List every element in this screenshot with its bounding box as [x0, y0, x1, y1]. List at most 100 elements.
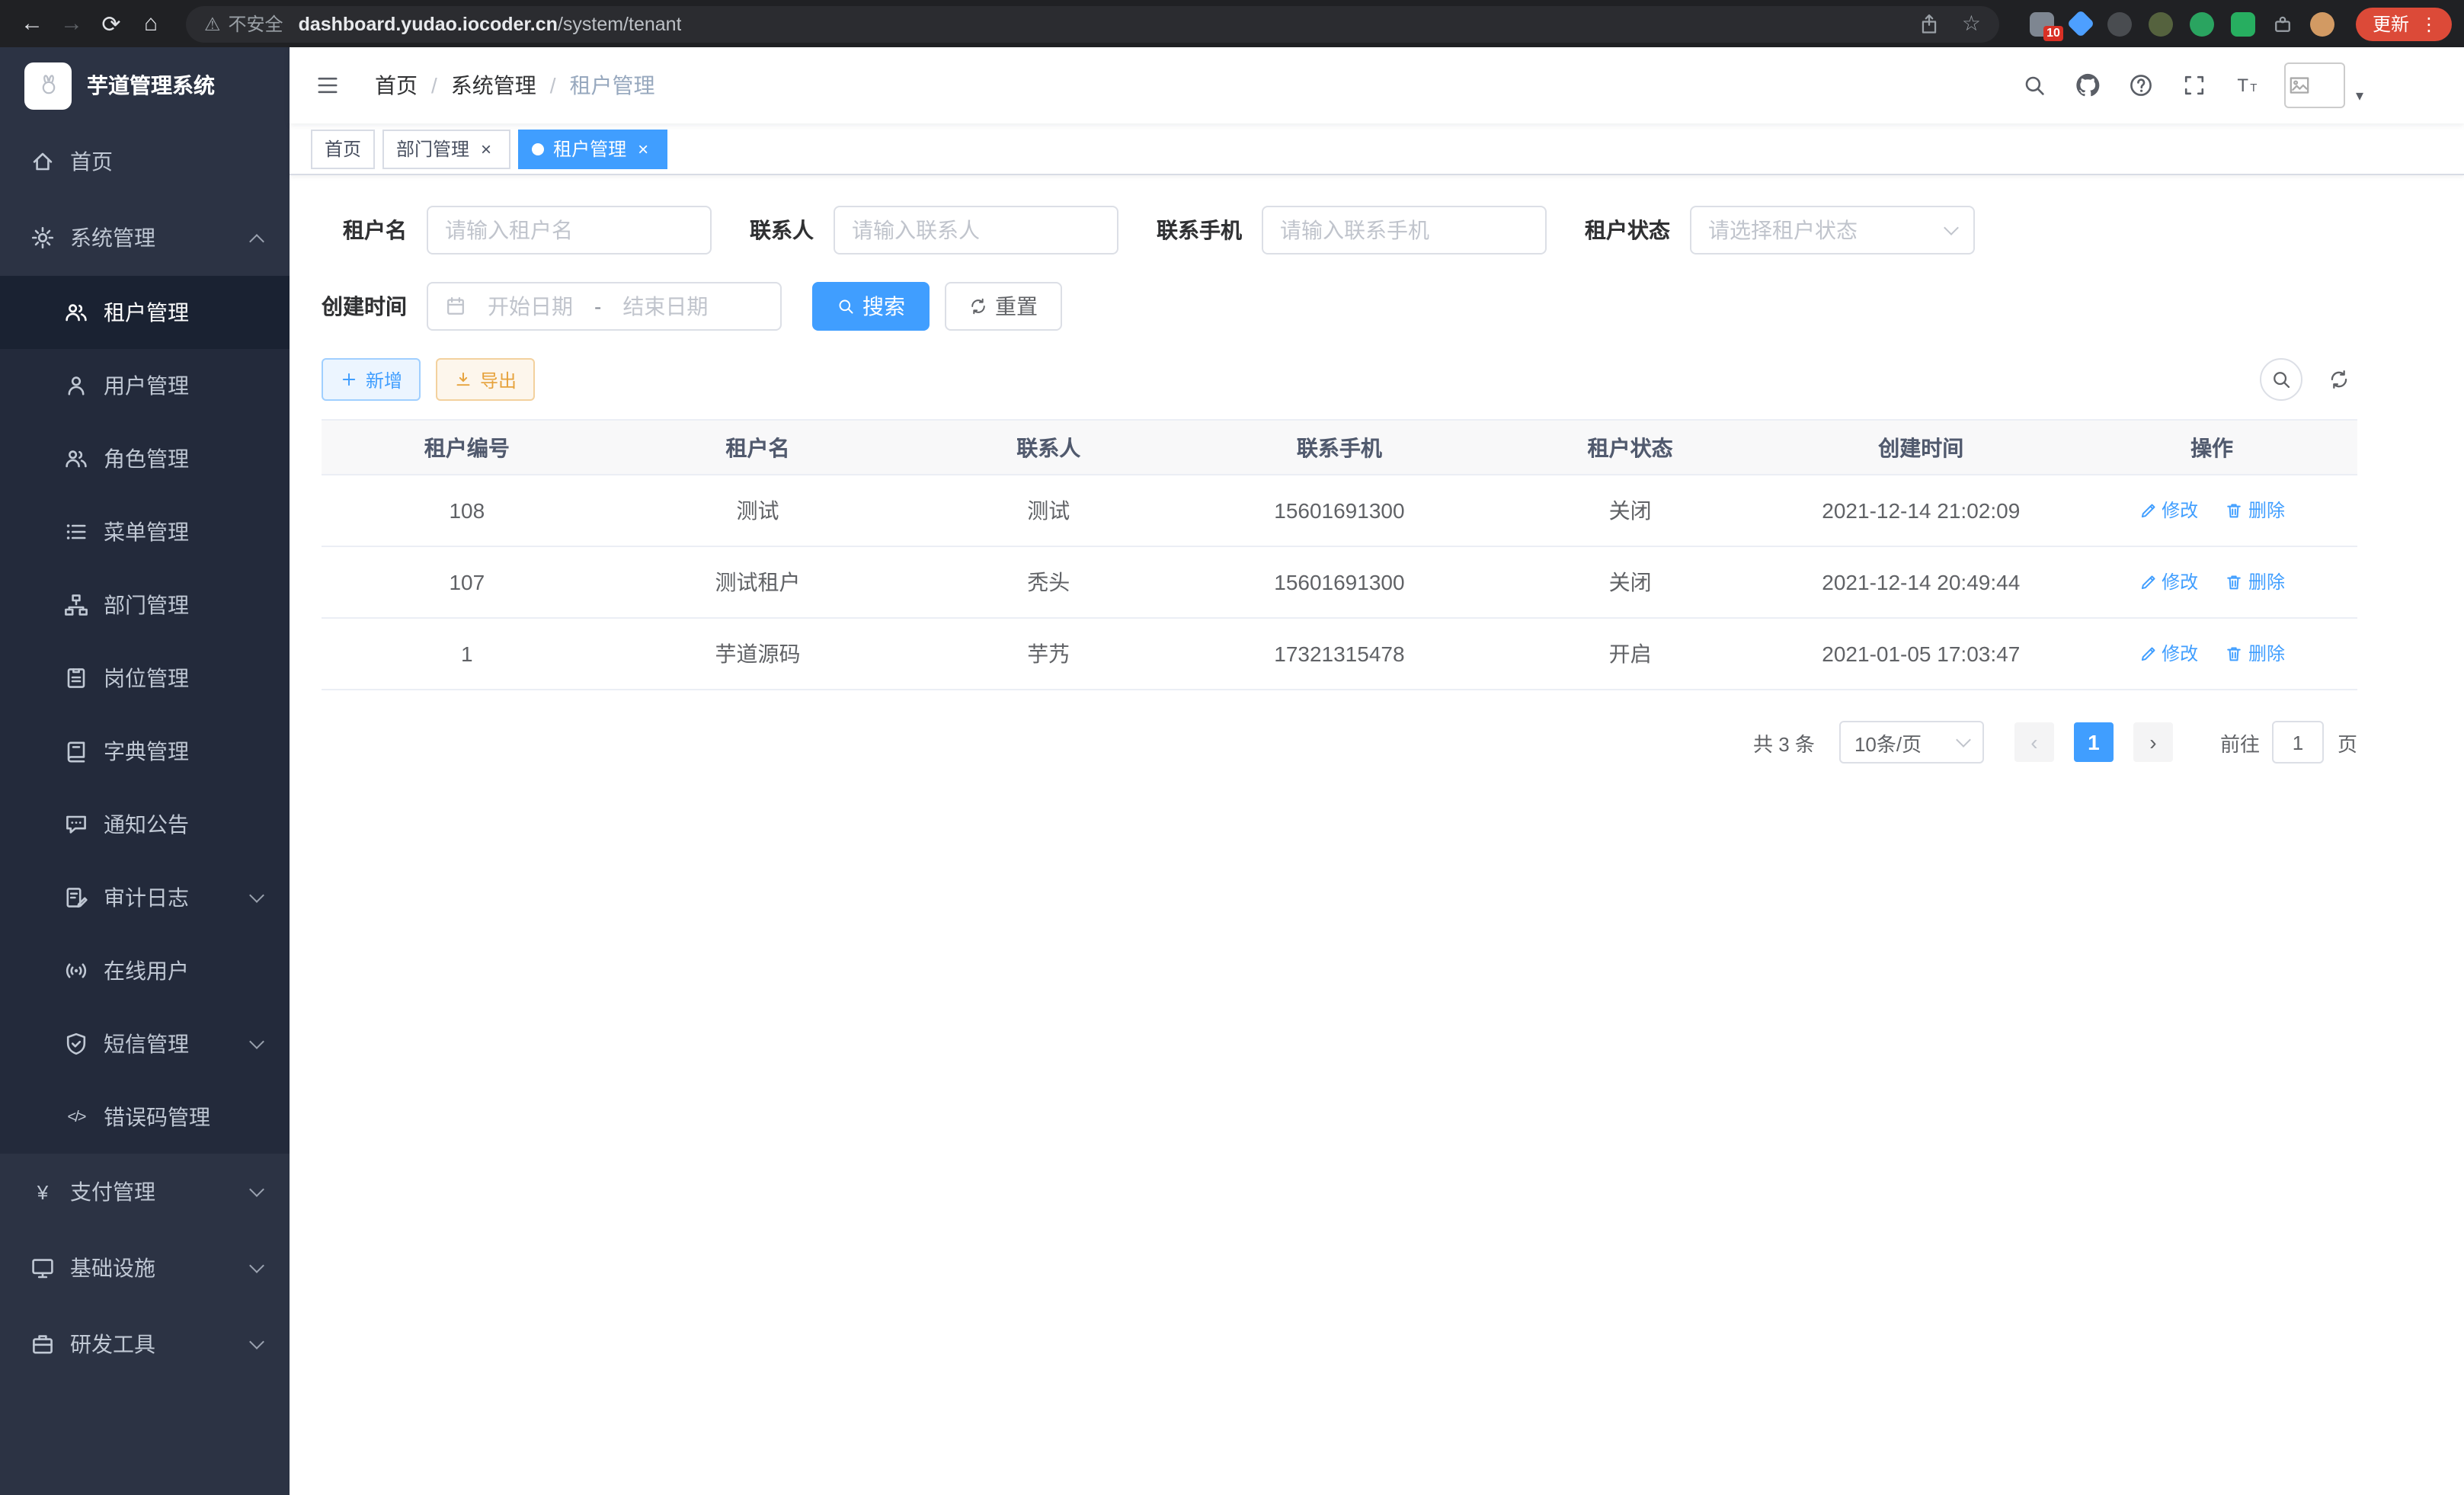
- refresh-table-button[interactable]: [2321, 369, 2357, 390]
- browser-forward-button[interactable]: →: [52, 4, 91, 43]
- sidebar-item-label: 审计日志: [104, 882, 189, 913]
- browser-back-button[interactable]: ←: [12, 4, 52, 43]
- breadcrumb-system[interactable]: 系统管理: [451, 70, 536, 101]
- breadcrumb-home[interactable]: 首页: [375, 70, 418, 101]
- page-button-1[interactable]: 1: [2074, 722, 2114, 762]
- address-bar[interactable]: ⚠ 不安全 dashboard.yudao.iocoder.cn/system/…: [186, 5, 1999, 42]
- chevron-down-icon: [249, 1333, 264, 1349]
- delete-label: 删除: [2248, 498, 2285, 523]
- close-icon[interactable]: ×: [475, 138, 497, 159]
- end-date-input[interactable]: [612, 294, 718, 319]
- contact-input[interactable]: [852, 218, 1100, 242]
- sidebar-item-audit-log[interactable]: 审计日志: [0, 861, 290, 934]
- users-icon: [64, 300, 88, 325]
- sidebar-item-label: 字典管理: [104, 736, 189, 767]
- browser-reload-button[interactable]: ⟳: [91, 4, 131, 43]
- extensions-puzzle-icon[interactable]: [2272, 13, 2293, 34]
- sidebar-item-label: 在线用户: [104, 956, 189, 986]
- sidebar-item-departments[interactable]: 部门管理: [0, 568, 290, 642]
- date-range-picker[interactable]: -: [427, 282, 782, 331]
- extension-icon-6[interactable]: [2231, 11, 2255, 36]
- sidebar-item-notices[interactable]: 通知公告: [0, 788, 290, 861]
- page-size-select[interactable]: 10条/页: [1839, 721, 1984, 764]
- sidebar-item-roles[interactable]: 角色管理: [0, 422, 290, 495]
- yen-icon: ¥: [30, 1180, 55, 1203]
- goto-page-input[interactable]: [2272, 721, 2324, 764]
- tenant-name-label: 租户名: [322, 215, 407, 245]
- bookmark-star-icon[interactable]: ☆: [1962, 11, 1981, 37]
- cell-actions: 修改 删除: [2066, 618, 2357, 690]
- extension-icon-3[interactable]: [2107, 11, 2132, 36]
- book-icon: [64, 739, 88, 764]
- font-size-button[interactable]: [2231, 73, 2264, 98]
- tab-home[interactable]: 首页: [311, 129, 375, 168]
- sidebar-item-payment[interactable]: ¥ 支付管理: [0, 1154, 290, 1230]
- next-page-button[interactable]: ›: [2133, 722, 2173, 762]
- status-select[interactable]: 请选择租户状态: [1690, 206, 1975, 255]
- edit-button[interactable]: 修改: [2139, 569, 2198, 595]
- start-date-input[interactable]: [477, 294, 584, 319]
- breadcrumb: 首页 / 系统管理 / 租户管理: [375, 70, 655, 101]
- sidebar-item-menus[interactable]: 菜单管理: [0, 495, 290, 568]
- tenant-table: 租户编号 租户名 联系人 联系手机 租户状态 创建时间 操作 108 测试: [322, 419, 2357, 690]
- sidebar-item-infrastructure[interactable]: 基础设施: [0, 1230, 290, 1306]
- extension-icon-2[interactable]: [2067, 10, 2095, 38]
- delete-button[interactable]: 删除: [2226, 569, 2285, 595]
- chevron-down-icon: [249, 1257, 264, 1273]
- table-toolbar: 新增 导出: [322, 358, 2357, 401]
- sidebar-item-label: 租户管理: [104, 297, 189, 328]
- tenant-name-input[interactable]: [445, 218, 693, 242]
- browser-update-button[interactable]: 更新 ⋮: [2356, 7, 2452, 40]
- sidebar-item-posts[interactable]: 岗位管理: [0, 642, 290, 715]
- tab-label: 首页: [325, 136, 361, 162]
- sidebar-item-dev-tools[interactable]: 研发工具: [0, 1306, 290, 1382]
- sidebar-item-label: 菜单管理: [104, 517, 189, 547]
- fullscreen-button[interactable]: [2178, 73, 2211, 98]
- extension-icon-4[interactable]: [2149, 11, 2173, 36]
- delete-button[interactable]: 删除: [2226, 641, 2285, 667]
- extension-badge: 10: [2043, 25, 2063, 40]
- close-icon[interactable]: ×: [632, 138, 654, 159]
- security-status[interactable]: ⚠ 不安全: [204, 11, 283, 37]
- browser-menu-icon[interactable]: ⋮: [2420, 13, 2438, 34]
- cell-created: 2021-01-05 17:03:47: [1775, 618, 2066, 690]
- extension-icon-5[interactable]: [2190, 11, 2214, 36]
- sidebar-item-dictionary[interactable]: 字典管理: [0, 715, 290, 788]
- question-icon: [2129, 73, 2153, 98]
- avatar-caret-icon[interactable]: ▾: [2356, 88, 2363, 104]
- export-button[interactable]: 导出: [436, 358, 535, 401]
- sidebar-item-sms[interactable]: 短信管理: [0, 1007, 290, 1080]
- edit-button[interactable]: 修改: [2139, 641, 2198, 667]
- extension-icon-8[interactable]: [2310, 11, 2334, 36]
- download-icon: [454, 370, 472, 389]
- github-link[interactable]: [2071, 72, 2104, 99]
- header-search-button[interactable]: [2018, 73, 2051, 98]
- phone-input[interactable]: [1280, 218, 1528, 242]
- edit-button[interactable]: 修改: [2139, 498, 2198, 523]
- extension-icon-1[interactable]: 10: [2030, 11, 2054, 36]
- tab-tenant[interactable]: 租户管理 ×: [518, 129, 667, 168]
- sidebar-item-online-users[interactable]: 在线用户: [0, 934, 290, 1007]
- reset-button[interactable]: 重置: [945, 282, 1062, 331]
- help-button[interactable]: [2124, 73, 2158, 98]
- browser-home-button[interactable]: ⌂: [131, 4, 171, 43]
- navbar-actions: ▾: [2018, 62, 2363, 108]
- share-icon[interactable]: [1919, 13, 1941, 34]
- prev-page-button[interactable]: ‹: [2014, 722, 2054, 762]
- avatar[interactable]: [2284, 62, 2345, 108]
- sidebar-item-users[interactable]: 用户管理: [0, 349, 290, 422]
- sidebar-item-label: 岗位管理: [104, 663, 189, 693]
- sidebar-toggle-button[interactable]: [290, 47, 366, 123]
- url-path: /system/tenant: [558, 13, 682, 34]
- sidebar-item-error-codes[interactable]: </> 错误码管理: [0, 1080, 290, 1154]
- sidebar-item-system[interactable]: 系统管理: [0, 200, 290, 276]
- search-button[interactable]: 搜索: [812, 282, 930, 331]
- chat-icon: [64, 812, 88, 837]
- tab-department[interactable]: 部门管理 ×: [382, 129, 510, 168]
- toggle-search-button[interactable]: [2260, 358, 2302, 401]
- sidebar-item-label: 支付管理: [70, 1176, 155, 1207]
- add-button[interactable]: 新增: [322, 358, 421, 401]
- delete-button[interactable]: 删除: [2226, 498, 2285, 523]
- sidebar-item-home[interactable]: 首页: [0, 123, 290, 200]
- sidebar-item-tenant[interactable]: 租户管理: [0, 276, 290, 349]
